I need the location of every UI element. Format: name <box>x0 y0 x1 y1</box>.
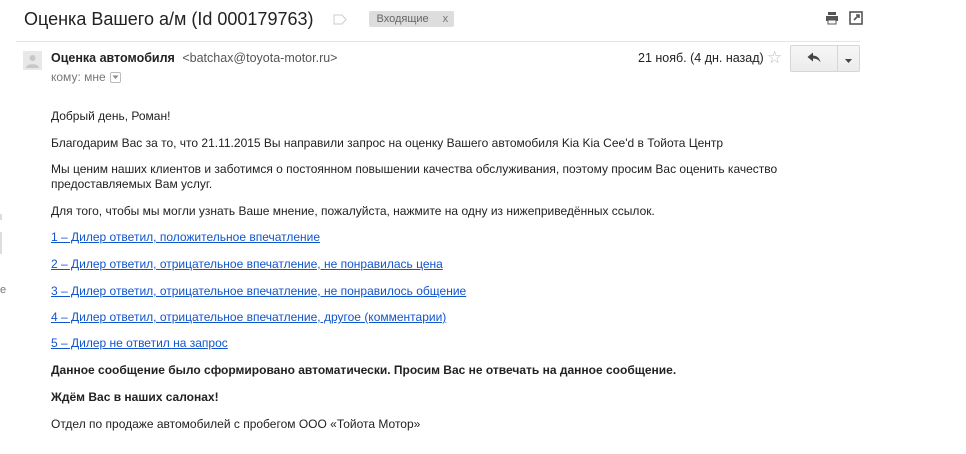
edge-fragment <box>0 232 2 254</box>
signature: Отдел по продаже автомобилей с пробегом … <box>51 417 421 431</box>
body-paragraph-3: Для того, чтобы мы могли узнать Ваше мне… <box>51 204 655 218</box>
email-date: 21 нояб. (4 дн. назад) <box>638 51 764 65</box>
body-paragraph-2: Мы ценим наших клиентов и заботимся о по… <box>51 162 778 191</box>
rating-link-4[interactable]: 4 – Дилер ответил, отрицательное впечатл… <box>51 310 446 324</box>
importance-marker-icon[interactable] <box>333 14 348 25</box>
dropdown-arrow-icon <box>845 50 852 68</box>
header-divider <box>16 41 860 42</box>
email-subject: Оценка Вашего а/м (Id 000179763) <box>24 8 314 29</box>
rating-link-3[interactable]: 3 – Дилер ответил, отрицательное впечатл… <box>51 284 466 298</box>
body-paragraph-1: Благодарим Вас за то, что 21.11.2015 Вы … <box>51 136 724 150</box>
label-chip-inbox[interactable]: Входящие x <box>369 11 455 27</box>
new-window-icon[interactable] <box>849 11 863 25</box>
recipient-line: кому: мне <box>51 70 121 84</box>
reply-button-group <box>790 45 860 72</box>
details-dropdown-icon[interactable] <box>109 71 121 83</box>
subject-row: Оценка Вашего а/м (Id 000179763) Входящи… <box>24 6 455 32</box>
sender-name[interactable]: Оценка автомобиля <box>51 51 175 65</box>
greeting: Добрый день, Роман! <box>51 109 171 123</box>
label-remove-button[interactable]: x <box>443 13 449 25</box>
auto-notice: Данное сообщение было сформировано автом… <box>51 363 677 377</box>
contact-avatar-icon <box>23 51 42 70</box>
edge-fragment-text: e <box>0 284 7 296</box>
label-chip-text: Входящие <box>376 13 429 25</box>
closing-line: Ждём Вас в наших салонах! <box>51 390 219 404</box>
rating-link-5[interactable]: 5 – Дилер не ответил на запрос <box>51 336 228 350</box>
rating-link-2[interactable]: 2 – Дилер ответил, отрицательное впечатл… <box>51 257 443 271</box>
top-actions <box>825 11 863 25</box>
reply-icon <box>807 50 821 68</box>
edge-fragment <box>0 214 2 220</box>
print-icon[interactable] <box>825 11 839 25</box>
more-actions-button[interactable] <box>838 45 860 72</box>
reply-button[interactable] <box>790 45 838 72</box>
rating-link-1[interactable]: 1 – Дилер ответил, положительное впечатл… <box>51 230 320 244</box>
recipient-text: кому: мне <box>51 70 106 84</box>
star-icon[interactable]: ☆ <box>767 49 782 66</box>
sender-line: Оценка автомобиля <batchax@toyota-motor.… <box>51 51 337 65</box>
sender-email: <batchax@toyota-motor.ru> <box>182 51 338 65</box>
